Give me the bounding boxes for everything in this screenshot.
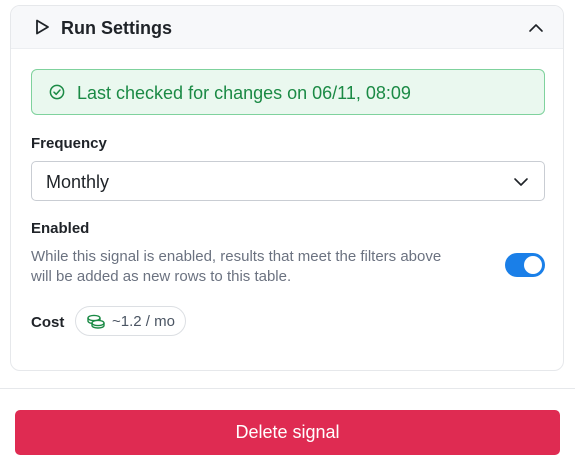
signal-settings-panel: Run Settings Last checked for changes on… xyxy=(0,0,575,475)
check-circle-icon xyxy=(49,84,65,100)
frequency-selected-value: Monthly xyxy=(46,172,110,192)
run-settings-card: Run Settings Last checked for changes on… xyxy=(10,5,564,371)
toggle-knob xyxy=(524,256,542,274)
play-icon xyxy=(36,19,49,35)
enabled-toggle[interactable] xyxy=(505,253,545,277)
cost-badge: ~1.2 / mo xyxy=(75,306,186,336)
delete-signal-button[interactable]: Delete signal xyxy=(15,410,560,455)
cost-label: Cost xyxy=(31,314,65,331)
last-checked-text: Last checked for changes on 06/11, 08:09 xyxy=(77,83,411,103)
coins-icon xyxy=(87,314,105,329)
frequency-label: Frequency xyxy=(31,135,107,152)
run-settings-title: Run Settings xyxy=(61,18,172,38)
cost-value: ~1.2 / mo xyxy=(112,313,175,330)
last-checked-banner: Last checked for changes on 06/11, 08:09 xyxy=(31,69,545,115)
chevron-down-icon xyxy=(514,178,528,186)
frequency-select[interactable]: Monthly xyxy=(31,161,545,201)
chevron-up-icon[interactable] xyxy=(527,19,545,37)
enabled-label: Enabled xyxy=(31,220,90,237)
enabled-description: While this signal is enabled, results th… xyxy=(31,248,442,285)
footer-divider xyxy=(0,388,575,389)
run-settings-header[interactable]: Run Settings xyxy=(11,6,563,49)
